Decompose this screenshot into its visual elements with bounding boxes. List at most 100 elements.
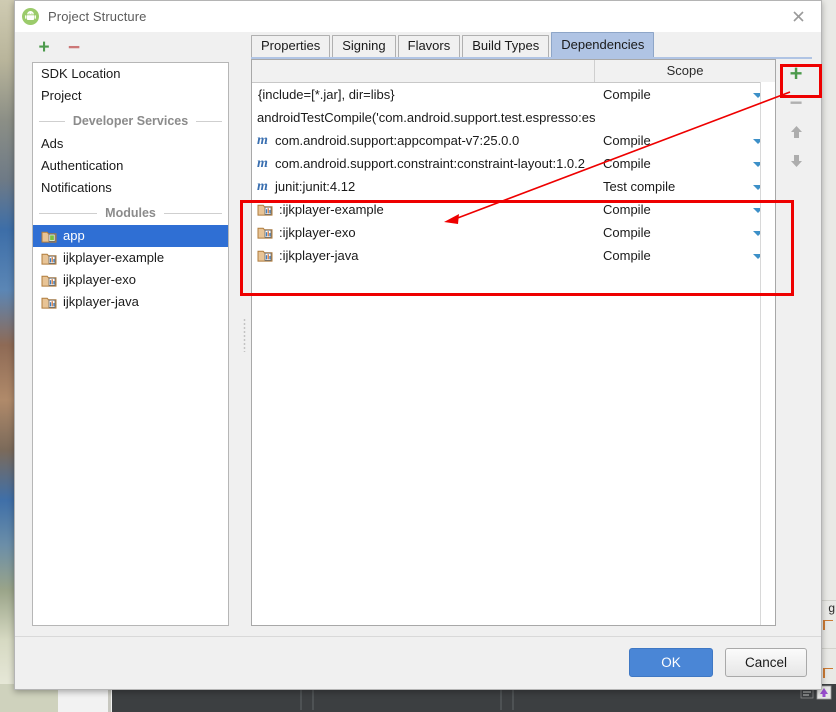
add-module-button[interactable]: + [33,36,55,58]
library-module-icon [257,226,273,240]
dependency-scope-cell[interactable]: Compile [595,133,775,148]
cancel-button[interactable]: Cancel [725,648,807,677]
dependency-name-label: :ijkplayer-exo [279,225,356,240]
sidebar-separator-label: Modules [105,206,156,220]
sidebar-item-sdk-location[interactable]: SDK Location [33,63,228,85]
move-down-button[interactable] [779,146,813,175]
dependency-row[interactable]: {include=[*.jar], dir=libs} Compile [252,83,775,106]
maven-icon: m [257,155,268,171]
dependency-scope-label: Compile [603,248,651,263]
dependency-row[interactable]: m com.android.support:appcompat-v7:25.0.0… [252,129,775,152]
close-icon[interactable] [775,1,821,31]
project-structure-dialog: Project Structure + − SDK Location Projec… [14,0,822,690]
dependency-scope-label: Compile [603,156,651,171]
sidebar-item-ijkplayer-java[interactable]: ijkplayer-java [33,291,228,313]
sidebar-item-label: Project [41,88,82,103]
dialog-body: + − SDK Location Project Developer Service… [15,32,821,637]
dependency-name-cell[interactable]: {include=[*.jar], dir=libs} [252,87,595,102]
sidebar-separator: Developer Services [39,109,223,133]
dependency-scope-label: Compile [603,202,651,217]
sidebar-toolbar: + − [15,32,238,62]
sidebar-item-label: SDK Location [41,66,121,81]
tab-build-types[interactable]: Build Types [462,35,550,57]
dependency-rows[interactable]: {include=[*.jar], dir=libs} Compile androi… [252,83,775,267]
table-header: Scope [252,60,775,83]
dependencies-table[interactable]: Scope {include=[*.jar], dir=libs} Compile… [251,59,776,626]
sidebar-item-ijkplayer-example[interactable]: ijkplayer-example [33,247,228,269]
sidebar-separator-label: Developer Services [72,114,189,128]
dialog-footer: OK Cancel [15,636,821,689]
dependency-scope-label: Compile [603,133,651,148]
dependency-scope-cell[interactable]: Compile [595,87,775,102]
tab-bar: Properties Signing Flavors Build Types Depen… [251,32,821,57]
sidebar-item-label: Notifications [41,180,112,195]
sidebar-item-label: ijkplayer-example [63,250,165,265]
module-list[interactable]: SDK Location Project Developer Services Ads… [32,62,229,626]
library-module-icon [41,251,57,265]
module-detail-pane: Properties Signing Flavors Build Types Depen… [246,32,821,637]
tab-signing[interactable]: Signing [332,35,396,57]
dependency-scope-cell[interactable]: Compile [595,248,775,263]
tab-dependencies[interactable]: Dependencies [551,32,655,57]
sidebar-item-app[interactable]: app [33,225,228,247]
dependency-name-cell[interactable]: androidTestCompile('com.android.support.… [252,110,595,125]
sidebar-item-label: Ads [41,136,64,151]
sidebar-item-label: ijkplayer-exo [63,272,136,287]
sidebar-item-ijkplayer-exo[interactable]: ijkplayer-exo [33,269,228,291]
sidebar-item-project[interactable]: Project [33,85,228,107]
dependency-scope-label: Test compile [603,179,676,194]
column-header-name [252,60,595,82]
library-module-icon [257,203,273,217]
dependency-name-cell[interactable]: :ijkplayer-example [252,202,595,217]
column-header-scope: Scope [666,63,704,78]
dependency-name-label: androidTestCompile('com.android.support.… [257,110,595,125]
background-right-glyph: g [828,601,835,615]
dependency-row[interactable]: :ijkplayer-java Compile [252,244,775,267]
tab-properties[interactable]: Properties [251,35,331,57]
sidebar-item-label: app [63,228,85,243]
dependency-name-label: :ijkplayer-java [279,248,359,263]
dependency-name-label: com.android.support:appcompat-v7:25.0.0 [275,133,520,148]
dependency-name-cell[interactable]: m junit:junit:4.12 [252,179,595,195]
dependency-name-cell[interactable]: m com.android.support.constraint:constrai… [252,156,595,172]
dialog-title: Project Structure [48,9,147,24]
dependency-name-cell[interactable]: :ijkplayer-java [252,248,595,263]
remove-module-button[interactable]: − [63,36,85,58]
add-dependency-button[interactable]: + [779,59,813,88]
move-up-button[interactable] [779,117,813,146]
dependency-scope-label: Compile [603,87,651,102]
background-photo-strip [0,0,14,690]
library-module-icon [257,249,273,263]
dialog-titlebar: Project Structure [15,1,821,33]
tab-flavors[interactable]: Flavors [397,35,461,57]
ok-button[interactable]: OK [629,648,713,677]
dependency-name-label: {include=[*.jar], dir=libs} [258,87,395,102]
dependency-row[interactable]: m com.android.support.constraint:constrai… [252,152,775,175]
dependency-scope-label: Compile [603,225,651,240]
sidebar-item-label: Authentication [41,158,124,173]
dependency-scope-cell[interactable]: Compile [595,202,775,217]
dependency-row[interactable]: androidTestCompile('com.android.support.… [252,106,775,129]
dependency-toolbar: + − [779,59,813,189]
android-robot-icon [22,8,39,25]
library-module-icon [41,295,57,309]
dependency-name-cell[interactable]: :ijkplayer-exo [252,225,595,240]
dependency-scope-cell[interactable]: Compile [595,156,775,171]
modules-sidebar: + − SDK Location Project Developer Service… [15,32,238,637]
dependency-scope-cell[interactable]: Test compile [595,179,775,194]
dependency-row[interactable]: :ijkplayer-exo Compile [252,221,775,244]
dependency-name-cell[interactable]: m com.android.support:appcompat-v7:25.0.0 [252,133,595,149]
dependency-row[interactable]: :ijkplayer-example Compile [252,198,775,221]
dependency-name-label: :ijkplayer-example [279,202,384,217]
dependency-name-label: junit:junit:4.12 [275,179,356,194]
dependency-scope-cell[interactable]: Compile [595,225,775,240]
dependency-row[interactable]: m junit:junit:4.12 Test compile [252,175,775,198]
sidebar-item-ads[interactable]: Ads [33,133,228,155]
remove-dependency-button[interactable]: − [779,88,813,117]
sidebar-separator: Modules [39,201,223,225]
sidebar-item-label: ijkplayer-java [63,294,139,309]
sidebar-item-notifications[interactable]: Notifications [33,177,228,199]
sidebar-item-authentication[interactable]: Authentication [33,155,228,177]
android-module-icon [41,229,57,243]
table-vertical-scrollbar[interactable] [760,82,775,625]
